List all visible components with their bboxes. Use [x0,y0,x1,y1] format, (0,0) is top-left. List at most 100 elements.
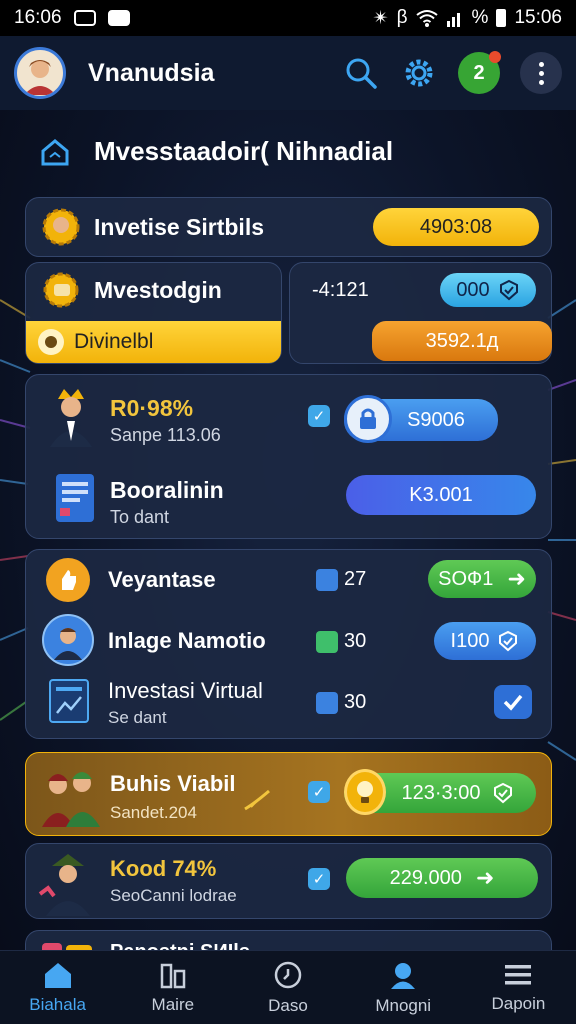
cast-icon [73,10,96,26]
nav-dapoin[interactable]: Dapoin [461,951,576,1024]
balance-card[interactable]: -4:121 000 3592.1д [289,262,552,364]
avatar[interactable] [14,47,66,99]
team-icon [38,761,104,827]
app-title: Vnanudsia [88,58,215,87]
verified-check-button[interactable] [494,685,532,719]
more-menu-button[interactable] [520,52,562,94]
small-value: -4:121 [312,279,369,301]
lock-icon [344,395,392,443]
section-title: Mvesstaadoir( Nihnadial [94,136,394,166]
check-icon: ✓ [308,868,330,890]
pen-icon [242,787,272,813]
investor-icon [38,850,98,916]
badge-pill[interactable]: 000 [440,273,536,307]
nfc-icon: β [396,7,408,28]
portfolio-icon [160,963,186,988]
notification-badge[interactable]: 2 [458,51,501,94]
kood-title: Kood 74% [110,856,217,881]
g2-row1-title: Veyantase [108,567,216,592]
featured-title: Buhis Viabil [110,771,236,796]
g2-row1-count: 27 [316,568,366,591]
g2-row3-subtitle: Se dant [108,708,167,727]
signal-icon [446,13,460,27]
nav-home[interactable]: Biahala [0,951,115,1024]
bottom-navigation: Biahala Maire Daso Mnogni Dapoin [0,950,576,1024]
chart-document-icon [46,676,92,726]
search-icon [346,58,377,89]
investments-summary-card[interactable]: Invetise Sirtbils 4903:08 [25,197,552,257]
check-icon: ✓ [308,405,330,427]
check-icon: ✓ [308,781,330,803]
check-badge-icon [499,630,518,652]
mvestodgin-card[interactable]: Mvestodgin Divinelbl [25,262,282,364]
dividend-icon [38,329,64,355]
row2-title: Booralinin [110,477,224,503]
orange-value-pill: 3592.1д [372,321,552,361]
featured-subtitle: Sandet.204 [110,803,197,822]
notification-dot [489,51,501,63]
g2-row2-count: 30 [316,630,366,653]
investment-group-2: Veyantase 27 SOФ1 ➜ Inlage Namotio 30 I10… [25,549,552,739]
investments-value-pill: 4903:08 [373,208,539,246]
gear-coin-icon [40,206,82,248]
message-icon [107,10,130,26]
battery-icon [496,9,507,27]
nav-daso-label: Daso [268,995,308,1015]
notification-count: 2 [473,61,485,84]
featured-card[interactable]: Buhis Viabil Sandet.204 ✓ 123·3:00 [25,752,552,836]
g2-row3-title: Investasi Virtual [108,678,263,703]
status-time-right: 15:06 [514,7,562,28]
menu-icon [505,964,532,984]
clock-icon [274,961,302,988]
businessman-icon [40,385,102,449]
profile-icon [391,962,416,989]
gear-icon [405,59,433,87]
settings-button[interactable] [400,54,438,92]
row2-amount-pill[interactable]: K3.001 [346,475,536,515]
person-avatar-icon [42,614,94,666]
g2-row3-count: 30 [316,691,366,714]
kood-subtitle: SeoCanni lodrae [110,886,237,905]
check-badge-icon [499,279,518,301]
nav-maire-label: Maire [151,994,195,1014]
g2-row2-title: Inlage Namotio [108,628,266,653]
lightbulb-icon [344,769,386,815]
row2-subtitle: To dant [110,507,170,527]
investment-group-1: R0·98% Sanpe 113.06 ✓ S9006 Booralinin T… [25,374,552,539]
document-icon [48,471,102,525]
nav-home-label: Biahala [29,994,86,1014]
app-header: Vnanudsia 2 [0,36,576,110]
mvestodgin-label: Mvestodgin [94,277,222,303]
nav-daso[interactable]: Daso [230,951,345,1024]
dividend-label: Divinelbl [74,330,154,353]
bluetooth-icon: ✴ [372,7,389,29]
dividend-bar[interactable]: Divinelbl [26,321,281,363]
kood-card[interactable]: Kood 74% SeoCanni lodrae ✓ 229.000 ➜ [25,843,552,919]
thumbs-up-icon [46,558,90,602]
nav-maire[interactable]: Maire [115,951,230,1024]
search-button[interactable] [342,54,380,92]
check-icon [503,694,523,711]
row1-subtitle: Sanpe 113.06 [110,425,221,445]
g2-row2-button[interactable]: I100 [434,622,536,660]
signal-percent: % [471,7,489,28]
gear-coin-icon [40,269,82,311]
kood-amount-pill[interactable]: 229.000 ➜ [346,858,538,898]
status-time-left: 16:06 [14,7,62,28]
arrow-right-icon: ➜ [507,566,526,591]
arrow-right-icon: ➜ [475,865,495,890]
nav-mnogni-label: Mnogni [375,995,432,1015]
user-avatar-icon [24,60,56,95]
badge-value: 000 [456,278,490,301]
status-bar: 16:06 ✴ β % 15:06 [0,0,576,36]
check-badge-icon [494,782,513,804]
home-icon [44,962,71,988]
g2-row1-button[interactable]: SOФ1 ➜ [428,560,536,598]
home-icon [41,138,69,165]
section-heading: Mvesstaadoir( Nihnadial [40,136,393,167]
wifi-icon [415,10,438,27]
nav-dapoin-label: Dapoin [491,993,546,1013]
investments-label: Invetise Sirtbils [94,214,265,240]
row1-title: R0·98% [110,395,194,421]
nav-mnogni[interactable]: Mnogni [346,951,461,1024]
